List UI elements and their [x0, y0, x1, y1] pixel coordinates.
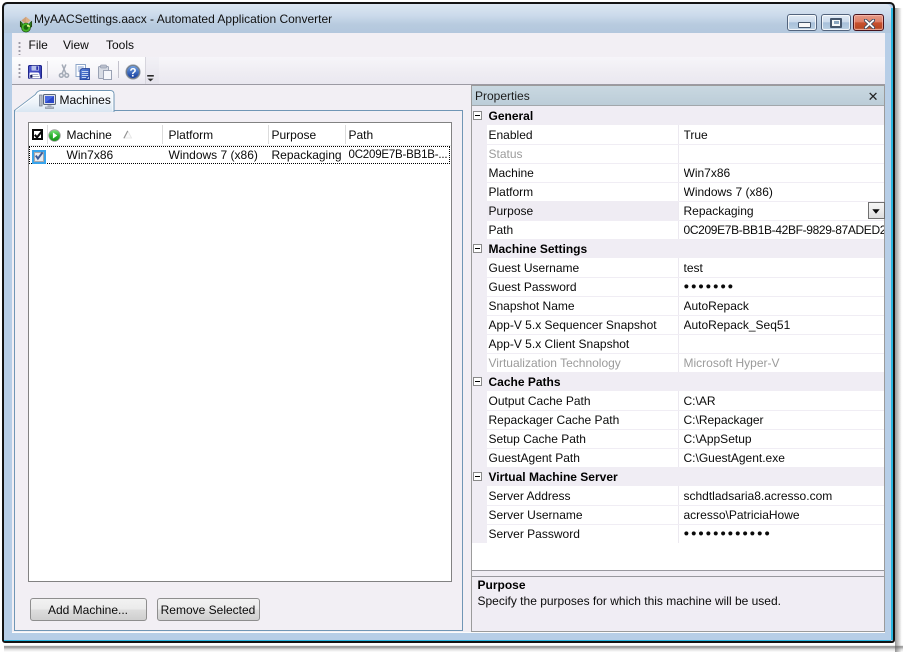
svg-text:?: ?	[129, 67, 136, 79]
